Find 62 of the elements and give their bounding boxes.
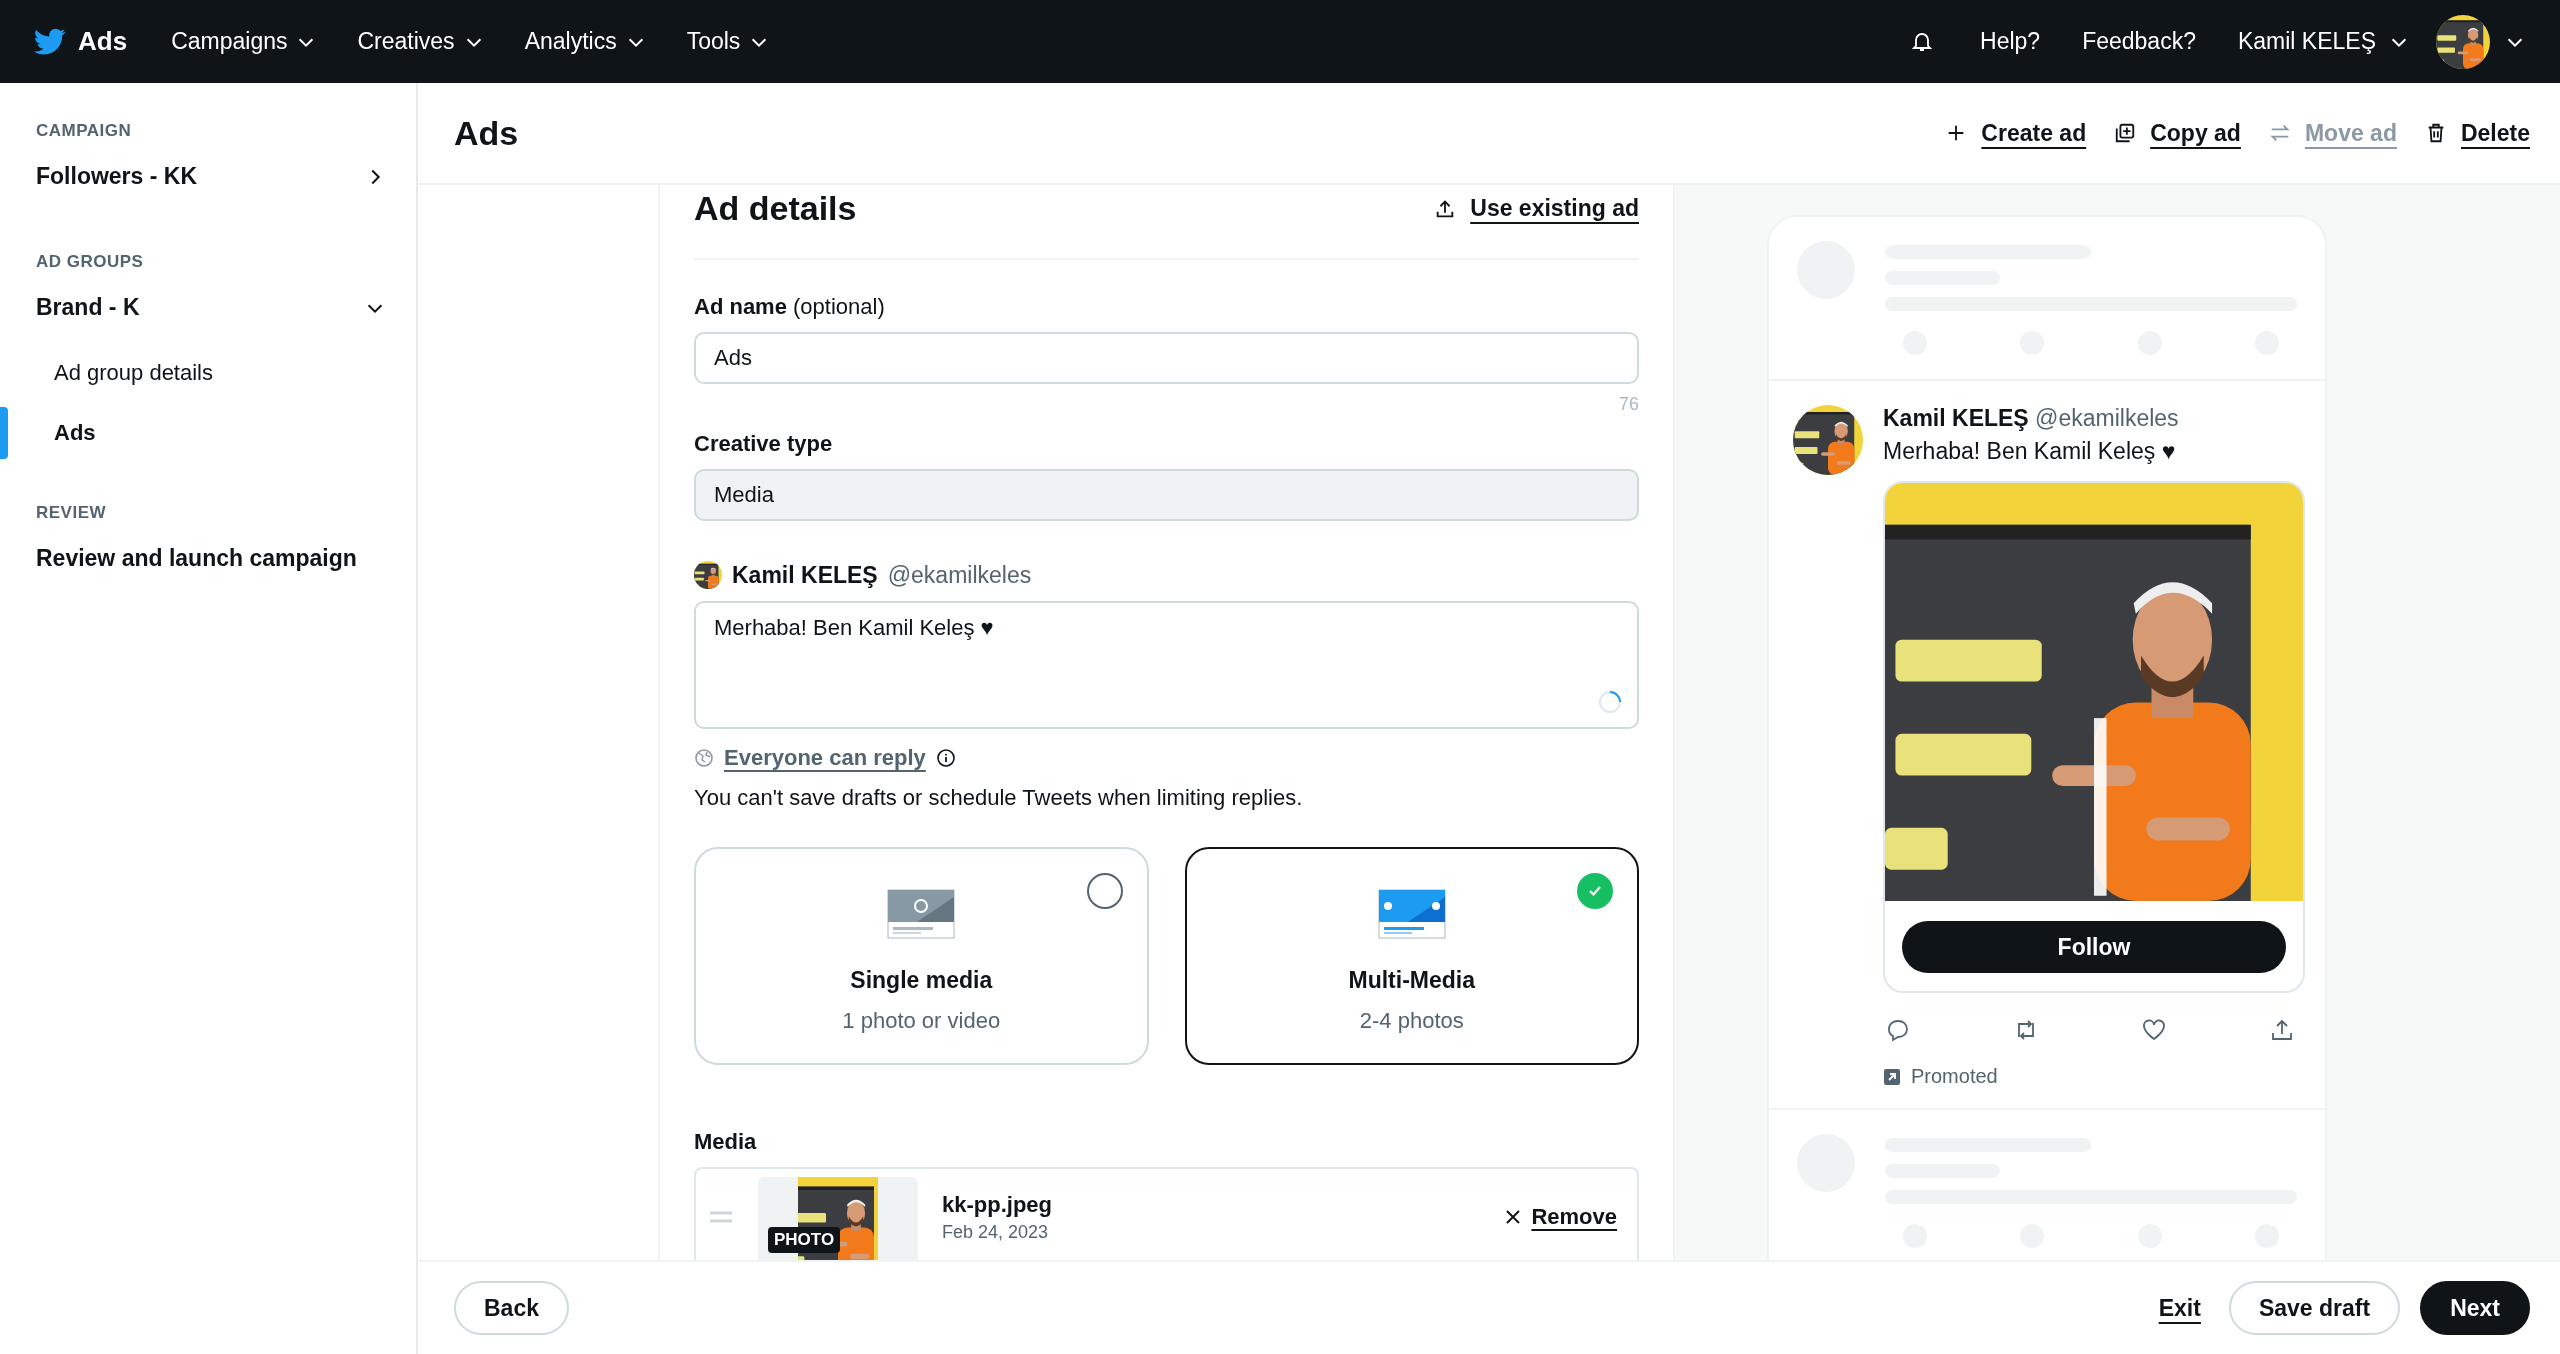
save-draft-button[interactable]: Save draft [2228,1281,2401,1335]
file-date: Feb 24, 2023 [942,1221,1050,1243]
image-card-icon [887,889,956,939]
author-name: Kamil KELEŞ [732,561,878,589]
format-option[interactable]: Single media 1 photo or video [694,847,1149,1065]
ad-name-field[interactable]: Ads [694,332,1639,384]
tweet-text-field[interactable]: Merhaba! Ben Kamil Keleş ♥ [694,601,1639,729]
exit-link[interactable]: Exit [2158,1294,2201,1322]
globe-icon [694,748,714,768]
sidebar-item[interactable]: Brand - K [0,272,416,343]
use-existing-link[interactable]: Use existing ad [1470,195,1639,222]
character-counter: 76 [1618,394,1639,414]
copy-icon [2114,122,2137,144]
account-menu[interactable]: Kamil KELEŞ [2237,28,2410,55]
back-button[interactable]: Back [454,1281,569,1335]
sidebar-subitem[interactable]: Ad group details [0,343,416,403]
info-icon[interactable] [935,748,956,768]
author-handle: @ekamilkeles [2035,405,2179,431]
format-option[interactable]: Multi-Media 2-4 photos [1184,847,1639,1065]
nav-menu[interactable]: Campaigns [171,28,318,55]
promoted-label: Promoted [1911,1065,1998,1088]
nav-menu[interactable]: Tools [686,28,771,55]
action-link[interactable]: Create ad [1981,119,2087,147]
creative-type-field[interactable]: Media [694,469,1639,521]
reply-icon[interactable] [1885,1017,1911,1043]
heart-icon[interactable] [2141,1017,2167,1043]
section-title: Ad details [694,189,857,228]
page-title: Ads [454,113,520,153]
nav-menu[interactable]: Analytics [524,28,647,55]
header-link[interactable]: Help? [1980,28,2041,55]
sidebar-subitem[interactable]: Ads [0,403,416,463]
field-label: Creative type [694,431,834,457]
reply-note: You can't save drafts or schedule Tweets when limiting replies. [694,785,1304,811]
follow-button[interactable]: Follow [1902,921,2286,973]
author-handle: @ekamilkeles [887,561,1032,589]
file-name: kk-pp.jpeg [942,1191,1053,1218]
promoted-icon [1883,1067,1901,1086]
sidebar-item[interactable]: Review and launch campaign [0,523,416,594]
drag-handle-icon[interactable] [708,1209,734,1225]
section-heading: REVIEW [35,502,108,523]
reply-settings-link[interactable]: Everyone can reply [724,745,926,771]
close-icon [1505,1209,1522,1225]
bird-logo-icon[interactable] [34,27,66,56]
header-link[interactable]: Feedback? [2082,28,2196,55]
section-heading: CAMPAIGN [35,120,133,141]
share-icon[interactable] [2269,1017,2295,1043]
next-button[interactable]: Next [2420,1281,2530,1335]
author-name: Kamil KELEŞ [1883,405,2029,431]
swap-arrows-icon [2268,122,2291,144]
sidebar-item[interactable]: Followers - KK [0,141,416,212]
remove-button[interactable]: Remove [1505,1204,1617,1230]
action-link[interactable]: Delete [2460,119,2530,147]
nav-menu[interactable]: Creatives [357,28,485,55]
field-label: Ad name (optional) [694,294,886,320]
loading-spinner-icon [1597,689,1623,715]
brand-title: Ads [78,26,128,57]
media-type-badge: PHOTO [768,1227,841,1253]
action-link[interactable]: Copy ad [2150,119,2241,147]
tweet-text: Merhaba! Ben Kamil Keleş ♥ [1883,438,2177,465]
section-heading: AD GROUPS [35,251,145,272]
carousel-card-icon [1377,889,1446,939]
field-label: Media [694,1129,758,1155]
